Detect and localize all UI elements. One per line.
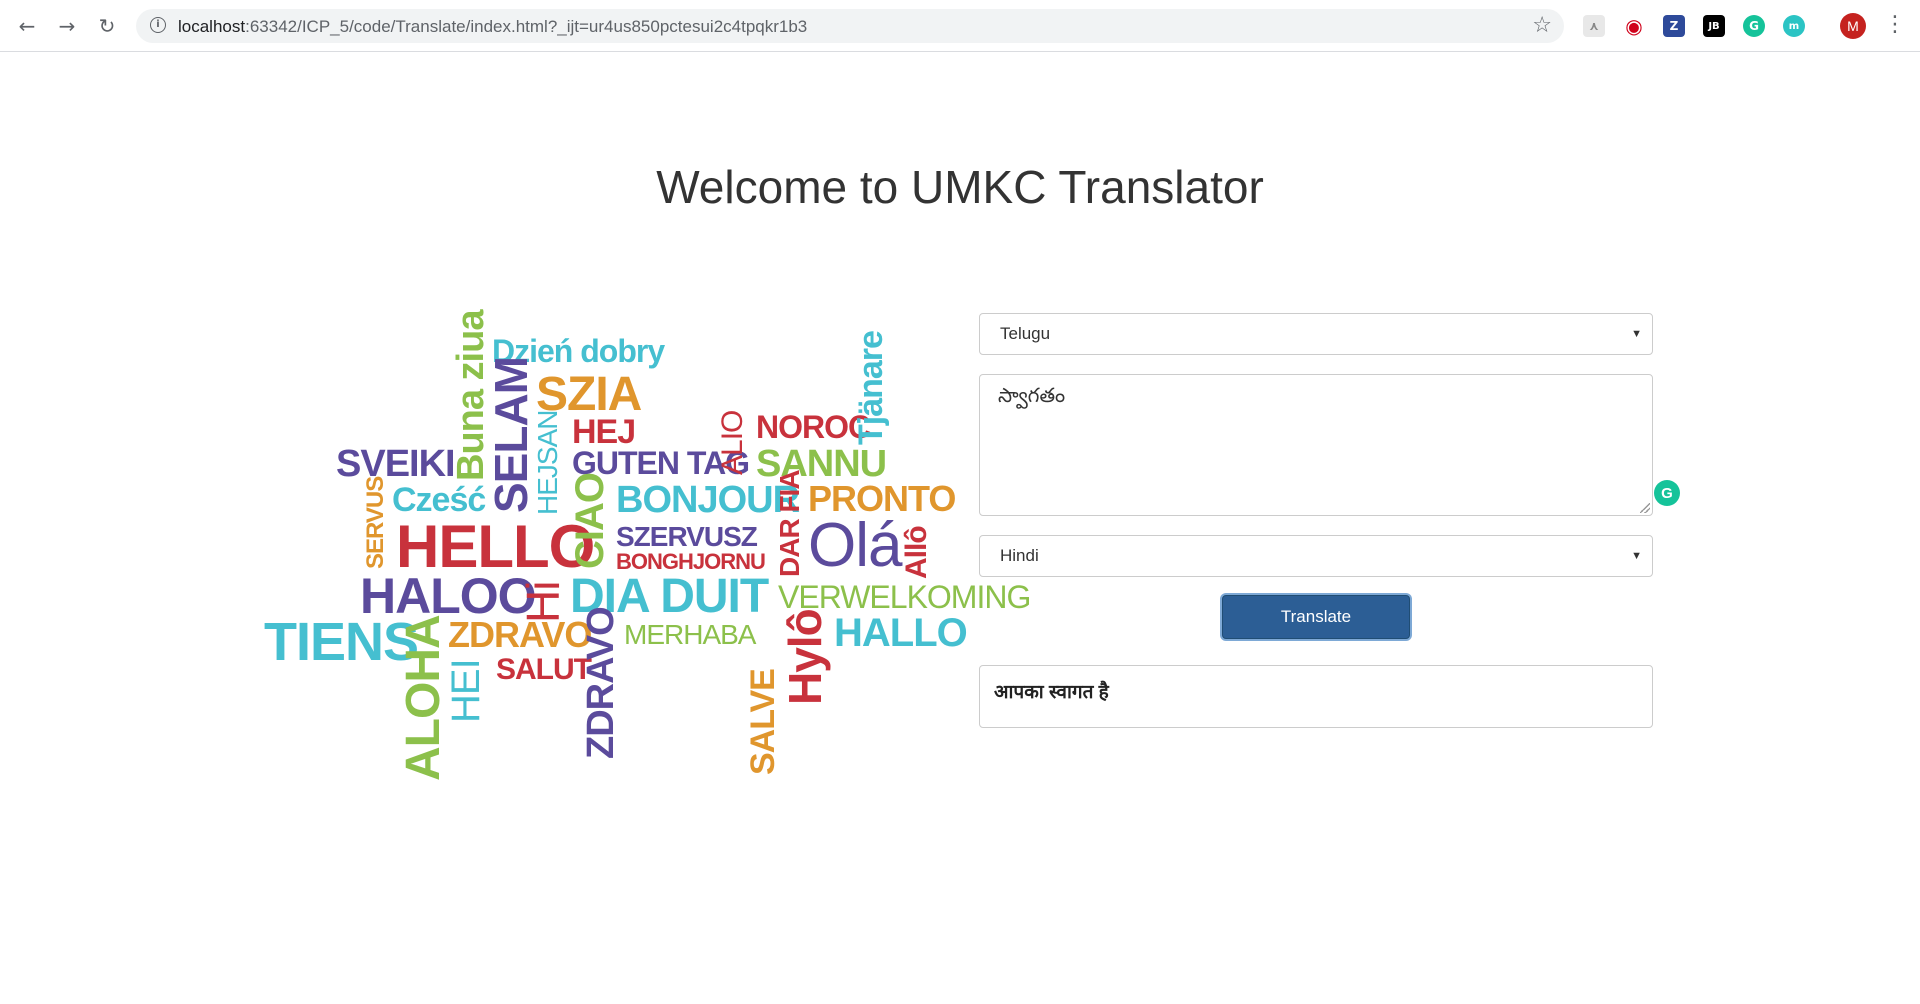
back-icon[interactable]: ←	[14, 13, 40, 39]
word-verwelkoming: SALVE	[744, 669, 782, 775]
word-czesc: Cześć	[392, 481, 486, 519]
site-info-icon[interactable]: i	[150, 17, 166, 33]
zotero-icon[interactable]: Z	[1663, 15, 1685, 37]
word-allo: Allô	[900, 526, 933, 579]
opera-icon[interactable]: ◉	[1623, 14, 1645, 38]
translation-output: आपका स्वागत है	[979, 665, 1653, 728]
chevron-down-icon: ▼	[1631, 328, 1642, 340]
translate-button[interactable]: Translate	[1222, 595, 1410, 639]
word-hallo: HALLO	[834, 611, 968, 655]
word-aloha: ALOHA	[397, 615, 450, 781]
mercury-icon[interactable]: m	[1783, 15, 1805, 37]
word-tjanare: Tjänare	[852, 331, 890, 445]
bookmark-star-icon[interactable]: ☆	[1532, 13, 1552, 38]
url-text[interactable]: localhost:63342/ICP_5/code/Translate/ind…	[178, 17, 807, 37]
avatar[interactable]: M	[1840, 13, 1866, 39]
word-bonjour: BONJOUR	[616, 479, 800, 521]
word-salut: SALUT	[496, 653, 592, 686]
word-zdravo-horizontal: ZDRAVO	[448, 614, 592, 655]
pdf-icon[interactable]: ⋏	[1583, 15, 1605, 37]
source-language-value: Telugu	[1000, 324, 1051, 343]
word-ciao: CIAO	[568, 473, 612, 569]
word-merhaba: MERHABA	[624, 619, 756, 650]
word-hylo: Hylô	[779, 609, 831, 705]
word-sveiki: SVEIKI	[336, 443, 456, 485]
chevron-down-icon: ▼	[1631, 550, 1642, 562]
translation-output-text: आपका स्वागत है	[994, 682, 1109, 703]
hello-wordcloud-image: Buna ziua Dzień dobry SZIA SELAM HEJSAN …	[260, 305, 1031, 785]
grammarly-icon[interactable]: G	[1654, 480, 1680, 506]
reload-icon[interactable]: ↻	[94, 13, 120, 39]
word-hejsan: HEJSAN	[532, 410, 563, 515]
word-selam: SELAM	[485, 357, 537, 513]
source-text-input[interactable]: స్వాగతం	[979, 374, 1653, 516]
word-servus: SERVUS	[362, 476, 389, 569]
target-language-value: Hindi	[1000, 546, 1039, 565]
word-tiens: TIENS	[264, 612, 419, 672]
word-szervusz: SZERVUSZ	[616, 521, 758, 552]
word-salve: VERWELKOMING	[778, 579, 1031, 615]
word-alio: ALIO	[716, 410, 749, 475]
target-language-select[interactable]: Hindi ▼	[979, 535, 1653, 577]
source-language-select[interactable]: Telugu ▼	[979, 313, 1653, 355]
jetbrains-icon[interactable]: JB	[1703, 15, 1725, 37]
address-bar[interactable]: i localhost:63342/ICP_5/code/Translate/i…	[136, 9, 1564, 43]
word-ola: Olá	[808, 511, 902, 580]
word-dar-fia: DAR FIA	[774, 470, 805, 577]
resize-handle-icon[interactable]	[1640, 503, 1650, 513]
word-hej: HEJ	[572, 413, 636, 451]
source-text-value: స్వాగతం	[998, 385, 1066, 407]
page-title: Welcome to UMKC Translator	[656, 161, 1264, 213]
forward-icon[interactable]: →	[54, 13, 80, 39]
grammarly-icon[interactable]: G	[1743, 15, 1765, 37]
word-hei: HEI	[444, 659, 488, 723]
more-menu-icon[interactable]: ⋮	[1884, 12, 1906, 37]
word-zdravo-vertical: ZDRAVO	[580, 607, 622, 759]
browser-toolbar: ← → ↻ i localhost:63342/ICP_5/code/Trans…	[0, 0, 1920, 52]
